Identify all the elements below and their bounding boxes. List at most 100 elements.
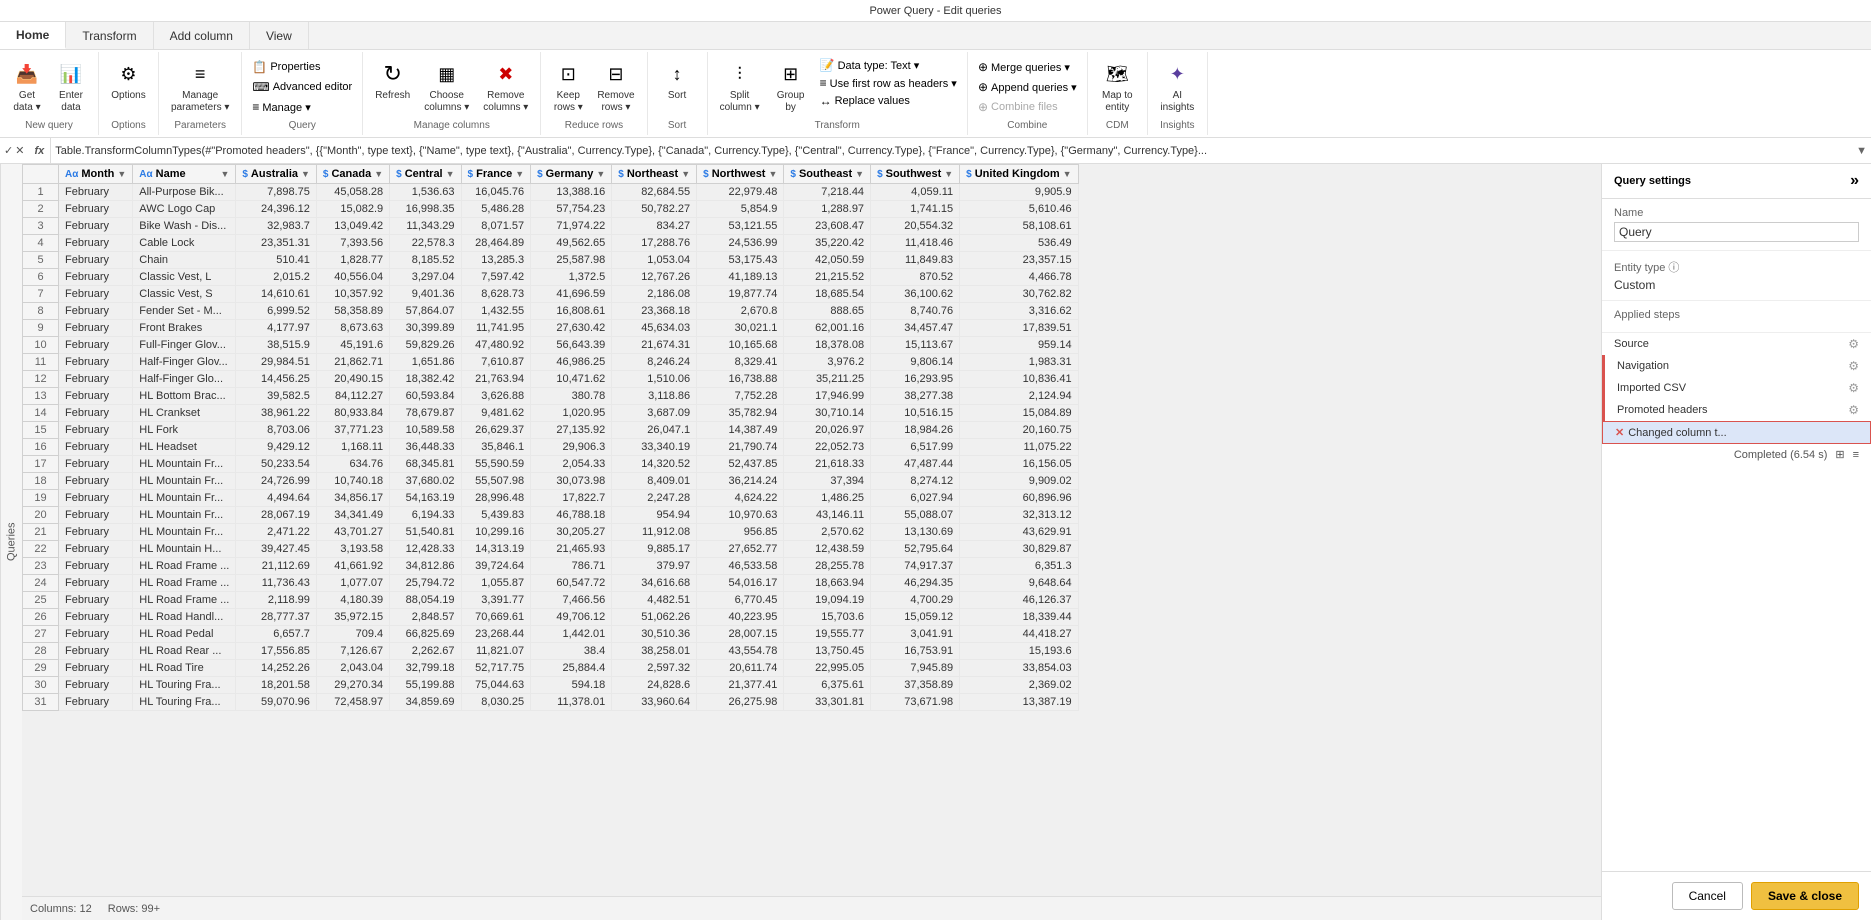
germany-dropdown-icon[interactable]: ▼: [596, 169, 605, 179]
cell-value: 30,399.89: [390, 320, 461, 337]
formula-expand-icon[interactable]: ▼: [1856, 145, 1867, 157]
options-button[interactable]: ⚙ Options: [105, 56, 151, 106]
ai-insights-button[interactable]: ✦ AIinsights: [1154, 56, 1200, 118]
cell-value: 1,651.86: [390, 354, 461, 371]
col-header-southeast[interactable]: $ Southeast ▼: [784, 165, 871, 184]
col-header-name[interactable]: Aα Name ▼: [133, 165, 236, 184]
properties-button[interactable]: 📋 Properties: [248, 58, 324, 76]
remove-rows-button[interactable]: ⊟ Removerows ▾: [591, 56, 640, 118]
step-gear-icon[interactable]: ⚙: [1848, 403, 1859, 417]
get-data-button[interactable]: 📥 Getdata ▾: [6, 56, 48, 118]
manage-parameters-label: Manageparameters ▾: [171, 90, 229, 114]
append-queries-button[interactable]: ⊕ Append queries ▾: [974, 78, 1081, 96]
col-header-australia[interactable]: $ Australia ▼: [236, 165, 317, 184]
queries-sidebar[interactable]: Queries: [0, 164, 22, 920]
cell-value: 60,547.72: [531, 575, 612, 592]
cell-value: 39,427.45: [236, 541, 317, 558]
australia-dropdown-icon[interactable]: ▼: [301, 169, 310, 179]
save-close-button[interactable]: Save & close: [1751, 882, 1859, 910]
group-by-button[interactable]: ⊞ Groupby: [770, 56, 812, 118]
northeast-dropdown-icon[interactable]: ▼: [681, 169, 690, 179]
cell-value: 1,055.87: [461, 575, 531, 592]
cell-month: February: [59, 592, 133, 609]
refresh-button[interactable]: ↻ Refresh: [369, 56, 416, 106]
applied-step-source[interactable]: Source⚙: [1602, 333, 1871, 355]
manage-button[interactable]: ≡ Manage ▾: [248, 98, 314, 116]
tab-view[interactable]: View: [250, 22, 309, 49]
col-header-central[interactable]: $ Central ▼: [390, 165, 461, 184]
col-header-southwest[interactable]: $ Southwest ▼: [871, 165, 960, 184]
uk-dropdown-icon[interactable]: ▼: [1063, 169, 1072, 179]
cell-value: 10,299.16: [461, 524, 531, 541]
table-row: 30FebruaryHL Touring Fra...18,201.5829,2…: [23, 677, 1079, 694]
step-gear-icon[interactable]: ⚙: [1848, 337, 1859, 351]
col-header-northeast[interactable]: $ Northeast ▼: [612, 165, 697, 184]
cell-value: 3,316.62: [960, 303, 1078, 320]
tab-add-column[interactable]: Add column: [154, 22, 250, 49]
southeast-dropdown-icon[interactable]: ▼: [855, 169, 864, 179]
month-dropdown-icon[interactable]: ▼: [117, 169, 126, 179]
replace-values-button[interactable]: ↔ Replace values: [816, 92, 961, 110]
applied-step-changed-column-t[interactable]: ✕Changed column t...: [1602, 421, 1871, 444]
northwest-dropdown-icon[interactable]: ▼: [768, 169, 777, 179]
name-value[interactable]: Query: [1614, 222, 1859, 242]
formula-check-icon[interactable]: ✓: [4, 144, 13, 157]
cell-value: 956.85: [697, 524, 784, 541]
enter-data-button[interactable]: 📊 Enterdata: [50, 56, 92, 118]
data-type-button[interactable]: 📝 Data type: Text ▾: [816, 56, 961, 74]
cell-name: HL Mountain Fr...: [133, 507, 236, 524]
cell-value: 510.41: [236, 252, 317, 269]
applied-step-promoted-headers[interactable]: Promoted headers⚙: [1602, 399, 1871, 421]
ribbon: 📥 Getdata ▾ 📊 Enterdata New query ⚙ Opti…: [0, 50, 1871, 138]
tab-home[interactable]: Home: [0, 22, 66, 49]
formula-x-icon[interactable]: ✕: [15, 144, 24, 157]
data-grid-container[interactable]: Aα Month ▼ Aα Name ▼: [22, 164, 1601, 896]
cell-value: 51,062.26: [612, 609, 697, 626]
cell-month: February: [59, 456, 133, 473]
cancel-button[interactable]: Cancel: [1672, 882, 1743, 910]
merge-queries-button[interactable]: ⊕ Merge queries ▾: [974, 58, 1074, 76]
sort-button[interactable]: ↕ Sort: [656, 56, 698, 106]
southwest-dropdown-icon[interactable]: ▼: [944, 169, 953, 179]
cell-value: 6,351.3: [960, 558, 1078, 575]
cell-value: 1,077.07: [316, 575, 389, 592]
cell-value: 43,554.78: [697, 643, 784, 660]
use-first-row-button[interactable]: ≡ Use first row as headers ▾: [816, 74, 961, 92]
combine-group-label: Combine: [1007, 120, 1047, 131]
refresh-icon: ↻: [379, 60, 407, 88]
cell-month: February: [59, 201, 133, 218]
applied-step-navigation[interactable]: Navigation⚙: [1602, 355, 1871, 377]
cell-name: Full-Finger Glov...: [133, 337, 236, 354]
cell-value: 28,996.48: [461, 490, 531, 507]
col-header-northwest[interactable]: $ Northwest ▼: [697, 165, 784, 184]
col-header-united-kingdom[interactable]: $ United Kingdom ▼: [960, 165, 1078, 184]
choose-columns-button[interactable]: ▦ Choosecolumns ▾: [418, 56, 475, 118]
map-to-entity-button[interactable]: 🗺 Map toentity: [1096, 56, 1139, 118]
cell-month: February: [59, 303, 133, 320]
remove-columns-button[interactable]: ✖ Removecolumns ▾: [477, 56, 534, 118]
cell-value: 11,821.07: [461, 643, 531, 660]
col-header-canada[interactable]: $ Canada ▼: [316, 165, 389, 184]
list-view-icon[interactable]: ≡: [1853, 449, 1859, 461]
step-x-icon[interactable]: ✕: [1615, 426, 1624, 439]
col-header-month[interactable]: Aα Month ▼: [59, 165, 133, 184]
col-header-france[interactable]: $ France ▼: [461, 165, 531, 184]
canada-dropdown-icon[interactable]: ▼: [374, 169, 383, 179]
split-column-button[interactable]: ⫶ Splitcolumn ▾: [714, 56, 766, 118]
cell-value: 8,703.06: [236, 422, 317, 439]
tab-transform[interactable]: Transform: [66, 22, 153, 49]
cell-value: 536.49: [960, 235, 1078, 252]
france-dropdown-icon[interactable]: ▼: [515, 169, 524, 179]
grid-view-icon[interactable]: ⊞: [1835, 448, 1844, 461]
step-gear-icon[interactable]: ⚙: [1848, 359, 1859, 373]
central-dropdown-icon[interactable]: ▼: [446, 169, 455, 179]
advanced-editor-button[interactable]: ⌨ Advanced editor: [248, 78, 356, 96]
name-dropdown-icon[interactable]: ▼: [220, 169, 229, 179]
col-header-germany[interactable]: $ Germany ▼: [531, 165, 612, 184]
manage-parameters-button[interactable]: ≡ Manageparameters ▾: [165, 56, 235, 118]
query-settings-collapse-icon[interactable]: »: [1850, 172, 1859, 190]
keep-rows-button[interactable]: ⊡ Keeprows ▾: [547, 56, 589, 118]
step-gear-icon[interactable]: ⚙: [1848, 381, 1859, 395]
manage-parameters-icon: ≡: [186, 60, 214, 88]
applied-step-imported-csv[interactable]: Imported CSV⚙: [1602, 377, 1871, 399]
